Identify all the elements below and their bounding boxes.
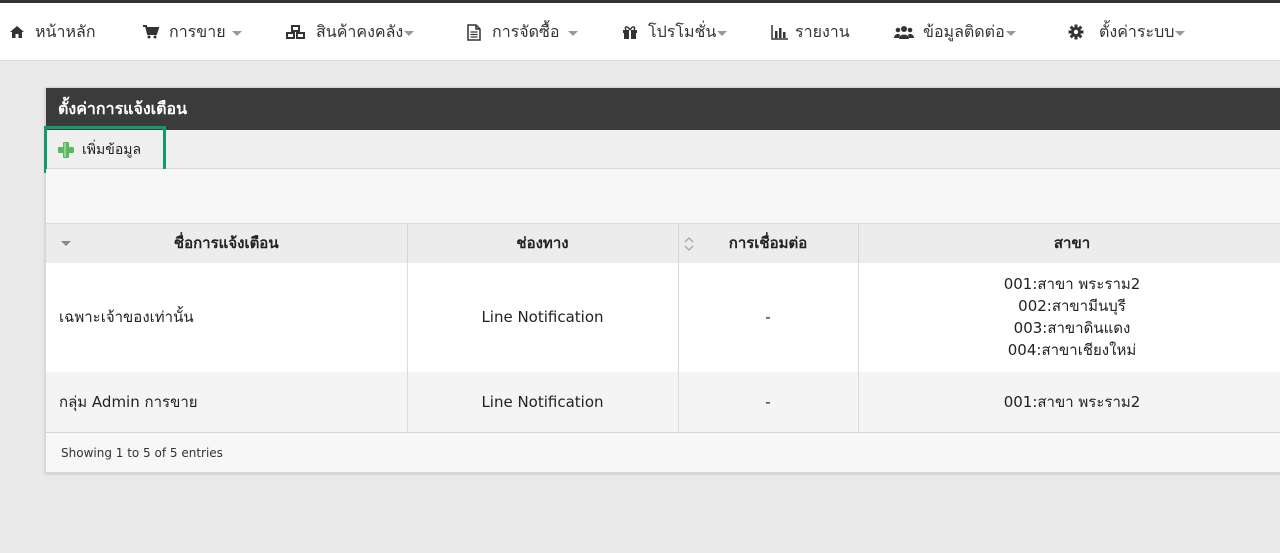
nav-label: โปรโมชั่น [648, 21, 717, 41]
cell-branches: 001:สาขา พระราม2 [858, 371, 1280, 433]
column-header-channel[interactable]: ช่องทาง [407, 223, 679, 263]
nav-label: สินค้าคงคลัง [316, 21, 404, 41]
cubes-icon [285, 23, 307, 41]
column-header-connection[interactable]: การเชื่อมต่อ [678, 223, 859, 263]
nav-item-contacts[interactable]: ข้อมูลติดต่อ [894, 3, 1016, 61]
add-data-button[interactable]: เพิ่มข้อมูล [44, 126, 166, 173]
main-navbar: หน้าหลัก การขาย สินค้าคงคลัง การจัดซื้อ … [0, 3, 1280, 61]
add-data-label: เพิ่มข้อมูล [82, 141, 142, 158]
nav-label: ตั้งค่าระบบ [1099, 21, 1175, 41]
nav-item-purchasing[interactable]: การจัดซื้อ [465, 3, 578, 61]
chevron-down-icon [1005, 31, 1016, 36]
gear-icon [1067, 23, 1085, 41]
gift-icon [621, 23, 639, 41]
table-row[interactable]: กลุ่ม Admin การขาย Line Notification - 0… [46, 371, 1280, 433]
nav-label: การจัดซื้อ [492, 21, 560, 41]
nav-item-sales[interactable]: การขาย [142, 3, 242, 61]
cell-name: กลุ่ม Admin การขาย [46, 371, 408, 433]
users-icon [894, 23, 914, 41]
nav-item-home[interactable]: หน้าหลัก [8, 3, 96, 61]
nav-label: ข้อมูลติดต่อ [923, 21, 1005, 41]
panel-title: ตั้งค่าการแจ้งเตือน [46, 88, 1280, 130]
nav-label: การขาย [169, 21, 226, 41]
sort-desc-icon [61, 241, 71, 246]
cell-branches: 001:สาขา พระราม2 002:สาขามีนบุรี 003:สาข… [858, 262, 1280, 372]
nav-item-reports[interactable]: รายงาน [771, 3, 850, 61]
nav-item-promotion[interactable]: โปรโมชั่น [621, 3, 728, 61]
nav-item-settings[interactable]: ตั้งค่าระบบ [1067, 3, 1186, 61]
cell-channel: Line Notification [407, 262, 679, 372]
branch-item: 001:สาขา พระราม2 [1003, 275, 1141, 293]
table-row[interactable]: เฉพาะเจ้าของเท่านั้น Line Notification -… [46, 262, 1280, 372]
chevron-down-icon [404, 31, 415, 36]
chevron-down-icon [567, 31, 578, 36]
panel-toolbar: เพิ่มข้อมูล [44, 126, 1280, 173]
branch-item: 003:สาขาดินแดง [1013, 319, 1131, 337]
nav-label: หน้าหลัก [35, 21, 96, 41]
notification-table: ชื่อการแจ้งเตือน ช่องทาง การเชื่อมต่อ สา… [46, 223, 1280, 433]
table-info: Showing 1 to 5 of 5 entries [61, 446, 223, 460]
home-icon [8, 23, 26, 41]
nav-item-inventory[interactable]: สินค้าคงคลัง [285, 3, 415, 61]
branch-item: 004:สาขาเชียงใหม่ [1007, 341, 1137, 359]
plus-icon [57, 141, 75, 159]
cell-connection: - [678, 371, 859, 433]
chevron-down-icon [1175, 31, 1186, 36]
chevron-down-icon [717, 31, 728, 36]
branch-item: 001:สาขา พระราม2 [1003, 392, 1141, 411]
table-header-row: ชื่อการแจ้งเตือน ช่องทาง การเชื่อมต่อ สา… [46, 223, 1280, 263]
notification-settings-panel: ตั้งค่าการแจ้งเตือน เพิ่มข้อมูล ชื่อการแ… [44, 87, 1280, 473]
column-header-name[interactable]: ชื่อการแจ้งเตือน [46, 223, 408, 263]
cart-icon [142, 23, 160, 41]
chevron-down-icon [231, 31, 242, 36]
document-icon [465, 23, 483, 41]
bar-chart-icon [771, 23, 789, 41]
branch-item: 002:สาขามีนบุรี [1018, 297, 1126, 315]
sort-both-icon [683, 236, 694, 252]
cell-name: เฉพาะเจ้าของเท่านั้น [46, 262, 408, 372]
nav-label: รายงาน [795, 21, 850, 41]
cell-channel: Line Notification [407, 371, 679, 433]
cell-connection: - [678, 262, 859, 372]
column-header-branch[interactable]: สาขา [858, 223, 1280, 263]
